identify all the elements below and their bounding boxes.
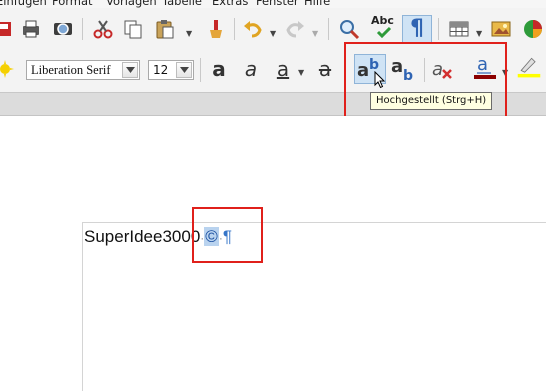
cut-icon[interactable]: [90, 16, 116, 42]
font-name-combobox[interactable]: Liberation Serif: [26, 60, 140, 80]
separator: [200, 58, 201, 82]
bold-button[interactable]: a: [206, 56, 232, 82]
menu-window[interactable]: Fenster: [256, 0, 299, 8]
highlight-icon: [517, 57, 541, 78]
separator: [234, 18, 235, 40]
print-icon[interactable]: [18, 16, 44, 42]
pilcrow-glyph: ¶: [410, 16, 424, 41]
print-preview-icon[interactable]: [50, 16, 76, 42]
insert-image-icon[interactable]: [488, 16, 514, 42]
formatting-marks-icon[interactable]: ¶: [404, 16, 430, 42]
separator: [438, 18, 439, 40]
spellcheck-icon[interactable]: Abc: [368, 14, 400, 40]
menu-format[interactable]: Format: [52, 0, 93, 8]
menu-bar: Einfügen Format Vorlagen Tabelle Extras …: [0, 0, 546, 8]
italic-icon: a: [244, 57, 258, 81]
font-name-dropdown-icon[interactable]: [122, 62, 138, 78]
copy-icon[interactable]: [120, 16, 146, 42]
clone-formatting-icon[interactable]: [202, 16, 228, 42]
separator: [82, 18, 83, 40]
paste-icon[interactable]: [152, 16, 178, 42]
document-text: SuperIdee3000: [84, 227, 201, 246]
menu-table[interactable]: Tabelle: [162, 0, 202, 8]
menu-styles[interactable]: Vorlagen: [106, 0, 157, 8]
font-size-combobox[interactable]: 12: [148, 60, 194, 80]
strikethrough-icon: a: [318, 57, 332, 81]
annotation-box-selection: [192, 207, 263, 263]
font-size-dropdown-icon[interactable]: [176, 62, 192, 78]
strikethrough-button[interactable]: a: [312, 56, 338, 82]
text-boundary-left: [82, 222, 83, 391]
font-size-value: 12: [153, 63, 169, 77]
save-icon[interactable]: [0, 16, 18, 42]
underline-button[interactable]: a: [270, 56, 296, 82]
highlight-button[interactable]: [516, 54, 542, 80]
undo-icon[interactable]: [240, 16, 266, 42]
find-replace-icon[interactable]: [336, 16, 362, 42]
menu-help[interactable]: Hilfe: [304, 0, 330, 8]
redo-dropdown-icon[interactable]: ▼: [312, 29, 318, 38]
separator: [328, 18, 329, 40]
undo-dropdown-icon[interactable]: ▼: [270, 29, 276, 38]
redo-icon[interactable]: [282, 16, 308, 42]
underline-dropdown-icon[interactable]: ▼: [298, 68, 304, 77]
menu-tools[interactable]: Extras: [212, 0, 248, 8]
paste-dropdown-icon[interactable]: ▼: [186, 29, 192, 38]
insert-table-icon[interactable]: [446, 16, 472, 42]
table-dropdown-icon[interactable]: ▼: [476, 29, 482, 38]
font-name-value: Liberation Serif: [31, 63, 111, 77]
bold-icon: a: [212, 57, 226, 81]
insert-chart-icon[interactable]: [520, 16, 546, 42]
styles-icon[interactable]: [0, 56, 18, 82]
menu-insert[interactable]: Einfügen: [0, 0, 47, 8]
underline-icon: a: [276, 57, 290, 81]
italic-button[interactable]: a: [238, 56, 264, 82]
text-boundary-top: [82, 222, 546, 223]
